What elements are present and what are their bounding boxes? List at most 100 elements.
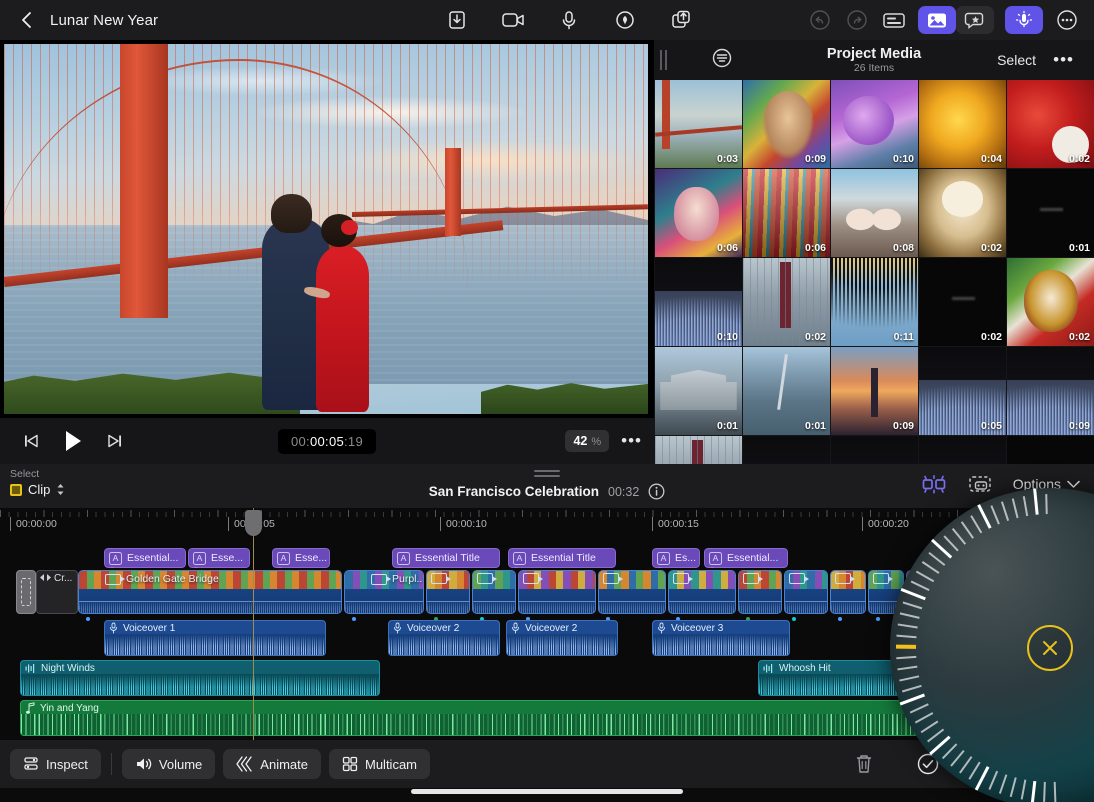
audio-browser-icon[interactable] — [1005, 6, 1043, 34]
media-thumbnail[interactable]: 0:01 — [1007, 169, 1094, 257]
animate-icon — [236, 756, 253, 772]
panel-resize-handle[interactable] — [665, 50, 667, 70]
video-clip[interactable]: Purpl... — [344, 570, 424, 614]
select-button[interactable]: Select — [997, 52, 1036, 68]
media-browser-icon[interactable] — [918, 6, 956, 34]
playhead-handle[interactable] — [245, 510, 262, 536]
media-thumbnail[interactable]: 0:02 — [919, 169, 1006, 257]
media-thumbnail[interactable]: 0:01 — [743, 347, 830, 435]
jog-tick — [900, 612, 920, 618]
clip-keyframe-dot — [110, 567, 114, 568]
animate-button[interactable]: Animate — [223, 749, 321, 779]
title-clip[interactable]: AEssential Title — [508, 548, 616, 568]
media-thumbnail[interactable]: 0:02 — [1007, 258, 1094, 346]
media-thumbnail[interactable]: 0:09 — [1007, 347, 1094, 435]
timeline-ruler[interactable]: 00:00:00 00:00:05 00:00:10 00:00:15 00:0… — [0, 508, 1094, 538]
zoom-level-chip[interactable]: 42 % — [565, 430, 609, 452]
play-icon[interactable] — [62, 429, 84, 453]
voiceover-clip[interactable]: Voiceover 3 — [652, 620, 790, 656]
media-thumbnail[interactable] — [919, 436, 1006, 464]
sound-effect-clip[interactable]: Night Winds — [20, 660, 380, 696]
volume-button[interactable]: Volume — [122, 749, 215, 779]
close-x-icon[interactable] — [1027, 625, 1073, 671]
media-thumbnail[interactable]: 0:06 — [743, 169, 830, 257]
voiceover-clip[interactable]: Voiceover 1 — [104, 620, 326, 656]
timeline-playhead[interactable] — [253, 508, 254, 740]
media-browser-more-icon[interactable]: ••• — [1053, 50, 1074, 70]
music-clip[interactable]: Yin and Yang — [20, 700, 926, 736]
title-clip[interactable]: AEsse... — [188, 548, 250, 568]
transition-clip[interactable]: Cr... — [36, 570, 78, 614]
media-thumbnail[interactable]: 0:03 — [655, 80, 742, 168]
media-thumbnail[interactable]: 0:10 — [831, 80, 918, 168]
color-balance-icon[interactable] — [612, 7, 638, 33]
jog-tick — [1001, 501, 1009, 521]
media-thumbnail[interactable] — [655, 436, 742, 464]
media-thumbnail[interactable]: 0:02 — [1007, 80, 1094, 168]
video-clip[interactable] — [518, 570, 596, 614]
timecode-display[interactable]: 00:00:05:19 — [278, 429, 376, 454]
jog-tick — [1043, 782, 1046, 802]
animate-label: Animate — [260, 757, 308, 772]
clip-label-group — [673, 573, 694, 584]
title-clip[interactable]: AEssential... — [704, 548, 788, 568]
inspect-button[interactable]: Inspect — [10, 749, 101, 779]
title-clip[interactable]: AEs... — [652, 548, 700, 568]
media-thumbnail[interactable] — [1007, 436, 1094, 464]
media-thumbnail[interactable]: 0:05 — [919, 347, 1006, 435]
microphone-icon[interactable] — [556, 7, 582, 33]
media-thumbnail[interactable]: 0:08 — [831, 169, 918, 257]
title-clip[interactable]: AEssential... — [104, 548, 186, 568]
snapping-icon[interactable] — [919, 472, 949, 496]
keyframe-editor-icon[interactable] — [881, 7, 907, 33]
media-thumbnail[interactable]: 0:10 — [655, 258, 742, 346]
panel-resize-handle[interactable] — [660, 50, 662, 70]
video-clip[interactable] — [738, 570, 782, 614]
skip-to-end-icon[interactable] — [106, 432, 124, 450]
jog-tick — [970, 515, 982, 533]
multicam-button[interactable]: Multicam — [329, 749, 430, 779]
filter-list-icon[interactable] — [711, 47, 733, 74]
media-thumbnail[interactable]: 0:09 — [831, 347, 918, 435]
ruler-label: 00:00:10 — [440, 517, 487, 531]
voiceover-clip[interactable]: Voiceover 2 — [388, 620, 500, 656]
video-clip[interactable] — [668, 570, 736, 614]
title-clip[interactable]: AEsse... — [272, 548, 330, 568]
titles-effects-icon[interactable] — [956, 6, 994, 34]
info-circle-icon[interactable] — [648, 483, 665, 500]
title-clip[interactable]: AEssential Title — [392, 548, 500, 568]
media-thumbnail[interactable] — [831, 436, 918, 464]
voiceover-clip[interactable]: Voiceover 2 — [506, 620, 618, 656]
video-preview-viewer[interactable] — [0, 40, 654, 418]
media-thumbnail[interactable]: 0:04 — [919, 80, 1006, 168]
add-placeholder-icon[interactable] — [967, 472, 995, 496]
gap-clip[interactable] — [16, 570, 36, 614]
record-video-icon[interactable] — [500, 7, 526, 33]
media-thumbnail[interactable]: 0:06 — [655, 169, 742, 257]
chevron-left-icon[interactable] — [18, 11, 36, 29]
more-options-icon[interactable] — [1054, 7, 1080, 33]
video-clip[interactable]: Golden Gate Bridge — [78, 570, 342, 614]
media-thumbnail[interactable]: 0:11 — [831, 258, 918, 346]
clip-waveform — [669, 601, 735, 613]
video-clip[interactable] — [426, 570, 470, 614]
video-clip[interactable] — [598, 570, 666, 614]
media-thumbnail[interactable]: 0:09 — [743, 80, 830, 168]
jog-tick — [977, 504, 991, 528]
video-clip[interactable] — [784, 570, 828, 614]
media-thumbnail[interactable]: 0:02 — [919, 258, 1006, 346]
import-media-icon[interactable] — [444, 7, 470, 33]
media-thumbnail[interactable]: 0:02 — [743, 258, 830, 346]
redo-icon[interactable] — [844, 7, 870, 33]
delete-icon[interactable] — [854, 753, 874, 775]
viewer-more-icon[interactable]: ••• — [621, 436, 642, 446]
timeline-resize-grabber[interactable] — [534, 470, 560, 480]
video-clip[interactable] — [830, 570, 866, 614]
undo-icon[interactable] — [807, 7, 833, 33]
jog-tick — [943, 535, 958, 551]
share-export-icon[interactable] — [668, 7, 694, 33]
video-clip[interactable] — [472, 570, 516, 614]
skip-to-start-icon[interactable] — [22, 432, 40, 450]
media-thumbnail[interactable]: 0:01 — [655, 347, 742, 435]
media-thumbnail[interactable] — [743, 436, 830, 464]
